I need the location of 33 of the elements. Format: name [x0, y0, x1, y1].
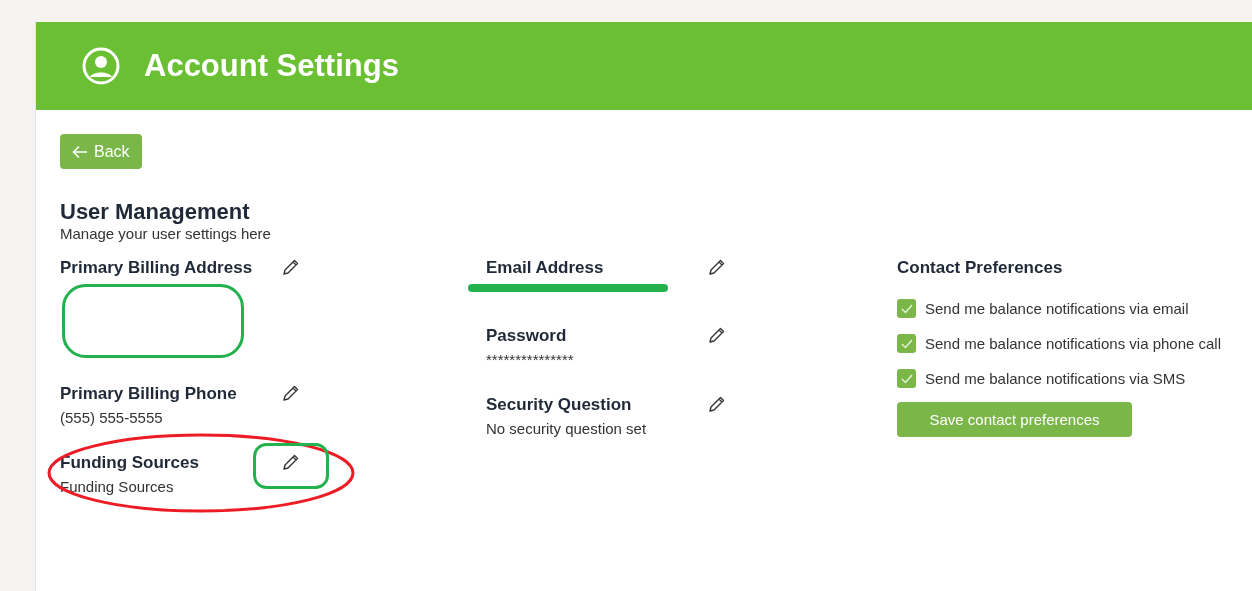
- field-label: Primary Billing Address: [60, 258, 253, 278]
- field-label: Primary Billing Phone: [60, 384, 237, 404]
- check-icon: [900, 303, 913, 314]
- field-label: Password: [486, 326, 567, 346]
- check-icon: [900, 338, 913, 349]
- save-preferences-button[interactable]: Save contact preferences: [897, 402, 1132, 437]
- arrow-left-icon: [72, 144, 88, 159]
- checkbox[interactable]: [897, 334, 916, 353]
- pencil-icon[interactable]: [282, 384, 300, 402]
- field-label: Funding Sources: [60, 453, 199, 473]
- pencil-icon[interactable]: [708, 326, 726, 344]
- checkbox-label: Send me balance notifications via phone call: [925, 335, 1222, 352]
- field-value: ***************: [486, 350, 575, 370]
- section-title: User Management: [60, 199, 251, 225]
- user-icon: [82, 47, 120, 85]
- checkbox[interactable]: [897, 369, 916, 388]
- pencil-icon[interactable]: [708, 258, 726, 276]
- section-subtitle: Manage your user settings here: [60, 225, 272, 243]
- field-value: (555) 555-5555: [60, 408, 164, 428]
- pencil-icon[interactable]: [708, 395, 726, 413]
- checkbox-label: Send me balance notifications via SMS: [925, 370, 1186, 387]
- checkbox[interactable]: [897, 299, 916, 318]
- field-label: Email Address: [486, 258, 604, 278]
- check-icon: [900, 373, 913, 384]
- pencil-icon[interactable]: [282, 453, 300, 471]
- page-title: Account Settings: [144, 48, 399, 84]
- field-label: Security Question: [486, 395, 632, 415]
- checkbox-label: Send me balance notifications via email: [925, 300, 1189, 317]
- field-value: No security question set: [486, 419, 648, 439]
- pencil-icon[interactable]: [282, 258, 300, 276]
- section-heading: Contact Preferences: [897, 258, 1064, 278]
- back-button[interactable]: Back: [60, 134, 142, 169]
- field-value: Funding Sources: [60, 477, 175, 497]
